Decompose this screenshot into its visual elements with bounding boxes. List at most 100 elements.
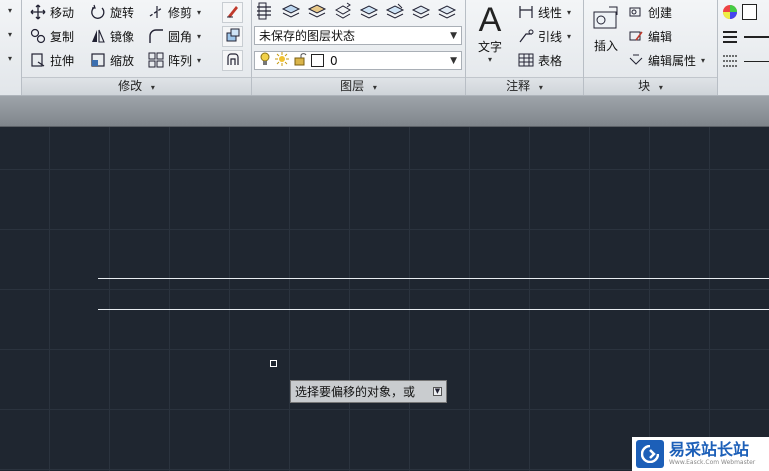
move-icon	[30, 4, 46, 20]
insert-button[interactable]: 插入	[588, 4, 624, 54]
rotate-button[interactable]: 旋转	[90, 2, 134, 22]
linetype-icon[interactable]	[722, 54, 738, 71]
command-prompt-text: 选择要偏移的对象，或	[295, 385, 416, 399]
leader-label: 引线	[538, 29, 563, 44]
offset-button[interactable]	[222, 50, 243, 71]
stretch-button[interactable]: 拉伸	[30, 50, 74, 70]
partial-dropdown-2[interactable]: ▾	[8, 30, 12, 39]
mirror-button[interactable]: 镜像	[90, 26, 134, 46]
create-block-button[interactable]: 创建	[628, 2, 672, 22]
dimension-dropdown-icon[interactable]: ▾	[567, 8, 571, 17]
block-expand-icon: ▾	[658, 83, 663, 92]
chevron-down-icon: ▼	[450, 55, 457, 66]
drawn-line-lower[interactable]	[98, 309, 769, 310]
options-dropdown-icon[interactable]: ▼	[433, 387, 442, 396]
text-button[interactable]: A 文字 ▾	[472, 2, 508, 64]
watermark-url: Www.Easck.Com Webmaster	[669, 459, 756, 466]
layer-match-icon[interactable]	[306, 1, 328, 24]
mirror-icon	[90, 28, 106, 44]
table-label: 表格	[538, 53, 563, 68]
modify-panel-title[interactable]: 修改 ▾	[22, 77, 252, 95]
layer-unlock-icon[interactable]	[436, 1, 458, 24]
move-button[interactable]: 移动	[30, 2, 74, 22]
layer-state-select[interactable]: 未保存的图层状态 ▼	[254, 26, 462, 45]
leader-button[interactable]: 引线 ▾	[518, 26, 571, 46]
trim-button[interactable]: 修剪 ▾	[148, 2, 201, 22]
layers-title-label: 图层	[340, 79, 365, 93]
create-block-icon	[628, 4, 644, 20]
block-panel: 插入 创建 编辑 编辑属性 ▾	[584, 0, 717, 77]
array-dropdown-icon[interactable]: ▾	[197, 56, 201, 65]
offset-icon	[225, 51, 241, 70]
drawing-canvas[interactable]	[0, 127, 769, 471]
ribbon: ▾ ▾ ▾ 移动 旋转 修剪 ▾ 复制 镜像 圆角 ▾ 拉伸 缩放 阵列 ▾ 修…	[0, 0, 769, 96]
partial-dropdown-1[interactable]: ▾	[8, 6, 12, 15]
explode-button[interactable]	[222, 26, 243, 47]
layer-unlocked-icon	[293, 52, 307, 69]
watermark-logo-icon	[636, 440, 664, 468]
lineweight-icon[interactable]	[722, 30, 738, 47]
annotation-title-label: 注释	[506, 79, 531, 93]
edit-block-button[interactable]: 编辑	[628, 26, 672, 46]
layers-panel: 未保存的图层状态 ▼ 0 ▼	[252, 0, 465, 77]
layer-state-value: 未保存的图层状态	[259, 29, 356, 43]
leader-dropdown-icon[interactable]: ▾	[567, 32, 571, 41]
trim-dropdown-icon[interactable]: ▾	[197, 8, 201, 17]
layers-expand-icon: ▾	[372, 83, 377, 92]
copy-label: 复制	[50, 29, 75, 44]
layer-select[interactable]: 0 ▼	[254, 51, 462, 70]
scale-label: 缩放	[110, 53, 135, 68]
layer-isolate-icon[interactable]	[280, 1, 302, 24]
text-label: 文字	[477, 40, 502, 54]
table-button[interactable]: 表格	[518, 50, 562, 70]
watermark: 易采站长站 Www.Easck.Com Webmaster	[632, 437, 769, 471]
command-prompt-tooltip: 选择要偏移的对象，或 ▼	[290, 380, 447, 403]
layer-tools-row	[254, 1, 458, 24]
move-label: 移动	[50, 5, 75, 20]
scale-button[interactable]: 缩放	[90, 50, 134, 70]
array-button[interactable]: 阵列 ▾	[148, 50, 201, 70]
pickbox-cursor	[270, 360, 277, 367]
insert-block-icon	[588, 4, 624, 37]
drawn-line-upper[interactable]	[98, 278, 769, 279]
linear-dimension-icon	[518, 4, 534, 20]
dimension-button[interactable]: 线性 ▾	[518, 2, 571, 22]
annotation-panel-title[interactable]: 注释 ▾	[466, 77, 584, 95]
fillet-button[interactable]: 圆角 ▾	[148, 26, 201, 46]
text-icon: A	[478, 1, 502, 39]
edit-label: 编辑	[648, 29, 673, 44]
layer-off-icon[interactable]	[384, 1, 406, 24]
text-dropdown-icon: ▾	[487, 55, 492, 64]
linetype-line	[744, 61, 769, 62]
edit-attributes-label: 编辑属性	[648, 53, 697, 68]
modify-title-label: 修改	[118, 79, 143, 93]
layer-previous-icon[interactable]	[332, 1, 354, 24]
partial-dropdown-3[interactable]: ▾	[8, 54, 12, 63]
copy-icon	[30, 28, 46, 44]
current-layer-value: 0	[330, 53, 338, 68]
color-wheel-icon[interactable]	[722, 4, 738, 23]
layer-lock-icon[interactable]	[410, 1, 432, 24]
annotation-panel: A 文字 ▾ 线性 ▾ 引线 ▾ 表格	[466, 0, 583, 77]
edit-attributes-dropdown-icon[interactable]: ▾	[701, 56, 705, 65]
table-icon	[518, 52, 534, 68]
watermark-text: 易采站长站 Www.Easck.Com Webmaster	[669, 441, 755, 467]
layer-properties-icon[interactable]	[254, 1, 276, 24]
edit-attributes-icon	[628, 52, 644, 68]
edit-attributes-button[interactable]: 编辑属性 ▾	[628, 50, 705, 70]
block-title-label: 块	[638, 79, 651, 93]
block-panel-title[interactable]: 块 ▾	[584, 77, 718, 95]
layers-panel-title[interactable]: 图层 ▾	[252, 77, 466, 95]
erase-button[interactable]	[222, 2, 243, 23]
edit-block-icon	[628, 28, 644, 44]
copy-button[interactable]: 复制	[30, 26, 74, 46]
scale-icon	[90, 52, 106, 68]
color-swatch-white[interactable]	[742, 4, 757, 20]
layer-color-swatch	[311, 54, 324, 67]
fillet-icon	[148, 28, 164, 44]
fillet-dropdown-icon[interactable]: ▾	[197, 32, 201, 41]
layer-freeze-icon[interactable]	[358, 1, 380, 24]
modify-panel: 移动 旋转 修剪 ▾ 复制 镜像 圆角 ▾ 拉伸 缩放 阵列 ▾	[22, 0, 250, 77]
rotate-label: 旋转	[110, 5, 135, 20]
stretch-icon	[30, 52, 46, 68]
